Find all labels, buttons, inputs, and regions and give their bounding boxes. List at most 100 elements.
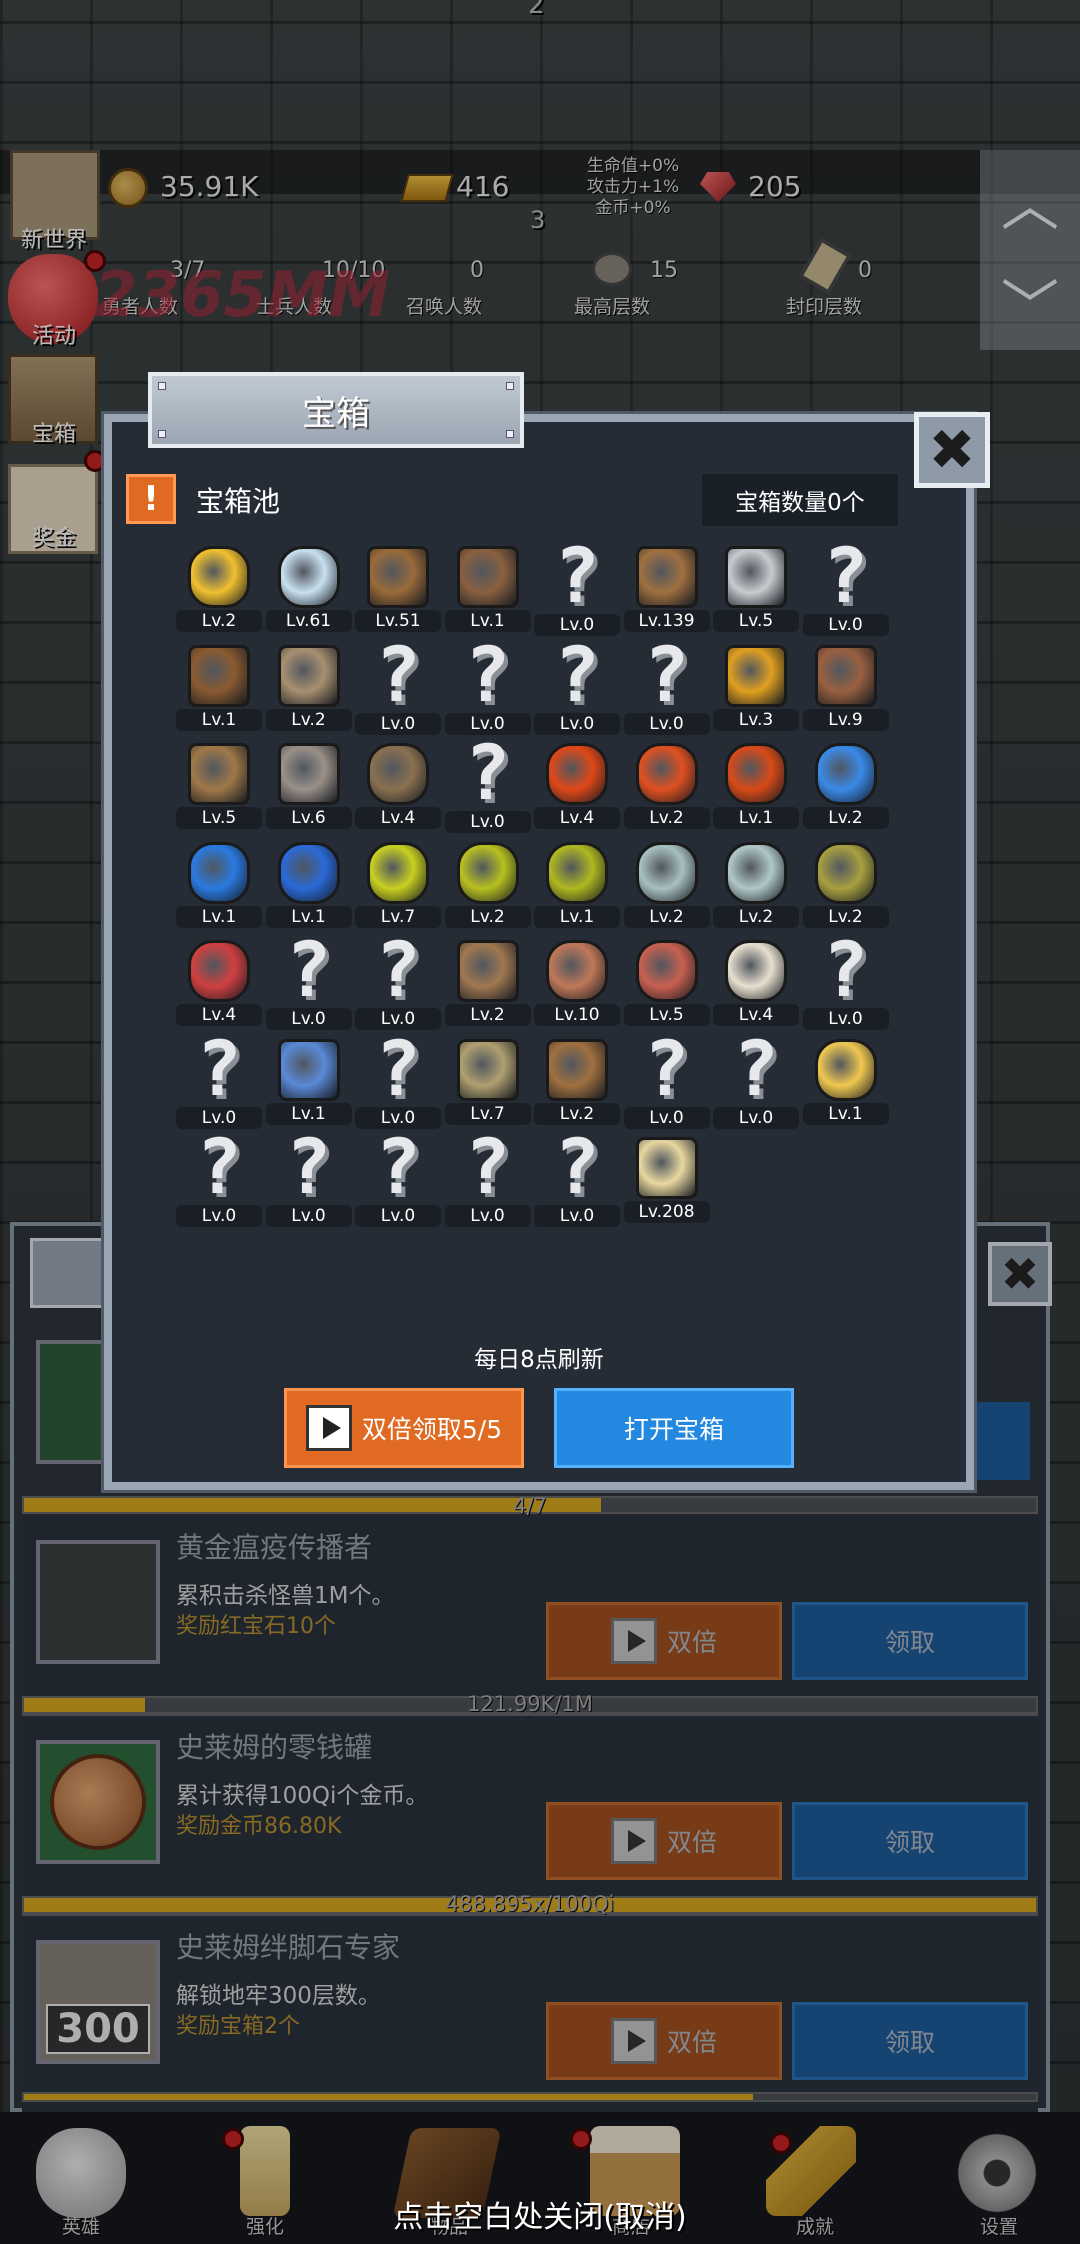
close-hint[interactable]: 点击空白处关闭(取消) bbox=[0, 2192, 1080, 2236]
item-level: Lv.0 bbox=[444, 811, 531, 833]
diamond-icon bbox=[277, 546, 340, 608]
chest-pool-item[interactable]: ? Lv.0 bbox=[623, 1030, 710, 1133]
item-level: Lv.0 bbox=[623, 712, 710, 735]
open-chest-button[interactable]: 打开宝箱 bbox=[554, 1388, 794, 1468]
chest-pool-item[interactable]: Lv.2 bbox=[623, 836, 710, 936]
chest-pool-item[interactable]: Lv.4 bbox=[355, 737, 441, 837]
chest-pool-item[interactable]: Lv.4 bbox=[176, 934, 262, 1034]
item-level: Lv.1 bbox=[713, 807, 799, 829]
item-level: Lv.4 bbox=[713, 1004, 799, 1026]
chest-pool-item[interactable]: ? Lv.0 bbox=[265, 1129, 352, 1231]
item-level: Lv.51 bbox=[355, 610, 441, 632]
torch-icon bbox=[725, 644, 787, 707]
chest-pool-item[interactable]: Lv.4 bbox=[713, 934, 799, 1034]
chest-pool-item[interactable]: ? Lv.0 bbox=[176, 1030, 262, 1133]
yellow-potion-small-icon bbox=[367, 841, 429, 904]
chest-pool-item[interactable]: ? Lv.0 bbox=[802, 538, 889, 640]
chest-pool-item[interactable]: ? Lv.0 bbox=[176, 1129, 262, 1231]
rivet bbox=[158, 382, 166, 390]
chest-pool-item[interactable]: Lv.2 bbox=[713, 836, 799, 936]
chest-pool-item[interactable]: ? Lv.0 bbox=[355, 636, 441, 739]
chest-pool-item[interactable]: ? Lv.0 bbox=[444, 636, 531, 739]
double-claim-button[interactable]: 双倍领取5/5 bbox=[284, 1388, 524, 1468]
chest-pool-item[interactable]: ? Lv.0 bbox=[444, 1122, 531, 1231]
chest-pool-item[interactable]: Lv.1 bbox=[713, 737, 799, 837]
chest-pool-item[interactable]: Lv.5 bbox=[623, 934, 710, 1034]
chest-pool-item[interactable]: Lv.1 bbox=[265, 1033, 352, 1133]
chest-pool-item[interactable]: Lv.2 bbox=[802, 836, 889, 936]
chest-pool-item[interactable]: ? Lv.0 bbox=[623, 636, 710, 739]
item-level: Lv.10 bbox=[534, 1004, 620, 1026]
chest-pool-item[interactable]: Lv.2 bbox=[444, 836, 531, 936]
chest-pool-item[interactable]: Lv.1 bbox=[534, 836, 620, 936]
item-level: Lv.139 bbox=[623, 610, 710, 632]
chest-pool-item[interactable]: Lv.1 bbox=[176, 639, 262, 739]
blue-potion-large-icon bbox=[277, 841, 340, 904]
chest-pool-item[interactable]: Lv.61 bbox=[265, 540, 352, 640]
item-level: Lv.0 bbox=[355, 712, 441, 735]
chest-pool-item[interactable]: Lv.5 bbox=[176, 737, 262, 837]
chest-pool-item[interactable]: ? Lv.0 bbox=[444, 735, 531, 837]
chest-pool-item[interactable]: Lv.4 bbox=[534, 737, 620, 837]
leather-hood-icon bbox=[814, 644, 877, 707]
chest-pool-item[interactable]: Lv.2 bbox=[265, 639, 352, 739]
item-level: Lv.6 bbox=[265, 807, 352, 829]
chest-pool-grid: Lv.2 Lv.61 Lv.51 Lv.1? Lv.0 Lv.139 Lv.5? Lv.0 Lv… bbox=[176, 538, 904, 1240]
rivet bbox=[506, 382, 514, 390]
item-level: Lv.2 bbox=[713, 905, 799, 928]
chest-pool-item[interactable]: Lv.51 bbox=[355, 540, 441, 640]
chest-pool-item[interactable]: Lv.139 bbox=[623, 540, 710, 640]
chest-pool-item[interactable]: Lv.6 bbox=[265, 737, 352, 837]
chest-pool-item[interactable]: ? Lv.0 bbox=[534, 1129, 620, 1231]
chest-pool-item[interactable]: ? Lv.0 bbox=[265, 932, 352, 1034]
chest-pool-item[interactable]: ? Lv.0 bbox=[355, 925, 441, 1034]
chest-pool-item[interactable]: Lv.1 bbox=[444, 540, 531, 640]
chest-pool-item[interactable]: Lv.1 bbox=[176, 836, 262, 936]
chest-pool-item[interactable]: Lv.1 bbox=[802, 1033, 889, 1133]
chest-pool-item[interactable]: Lv.208 bbox=[623, 1131, 710, 1231]
chest-pool-item[interactable]: Lv.2 bbox=[444, 934, 531, 1034]
chest-pool-item[interactable]: Lv.2 bbox=[176, 540, 262, 640]
unknown-icon: ? bbox=[375, 1023, 421, 1113]
gray-vial-2-icon bbox=[725, 841, 787, 904]
item-level: Lv.2 bbox=[176, 610, 262, 632]
chest-pool-item[interactable]: ? Lv.0 bbox=[534, 538, 620, 640]
chest-pool-item[interactable]: Lv.7 bbox=[355, 836, 441, 936]
hammer-icon bbox=[367, 743, 429, 805]
leather-vest-icon bbox=[456, 546, 519, 608]
chest-pool-item[interactable]: ? Lv.0 bbox=[534, 629, 620, 739]
yellow-potion-medium-icon bbox=[456, 841, 519, 904]
item-level: Lv.0 bbox=[534, 712, 620, 735]
item-level: Lv.2 bbox=[802, 807, 889, 829]
chest-pool-item[interactable]: Lv.3 bbox=[713, 639, 799, 739]
play-video-icon bbox=[305, 1405, 352, 1451]
item-level: Lv.9 bbox=[802, 708, 889, 731]
rivet bbox=[158, 430, 166, 438]
chest-pool-item[interactable]: Lv.1 bbox=[265, 836, 352, 936]
item-level: Lv.0 bbox=[176, 1205, 262, 1227]
item-level: Lv.4 bbox=[176, 1004, 262, 1026]
dagger-icon bbox=[188, 743, 250, 805]
magic-wand-icon bbox=[277, 1038, 340, 1101]
chest-pool-item[interactable]: ? Lv.0 bbox=[802, 932, 889, 1034]
unknown-icon: ? bbox=[554, 629, 600, 719]
chest-pool-item[interactable]: ? Lv.0 bbox=[713, 1030, 799, 1133]
item-level: Lv.3 bbox=[713, 708, 799, 731]
chest-pool-item[interactable]: Lv.2 bbox=[802, 737, 889, 837]
cheese-icon bbox=[814, 1038, 877, 1101]
dialog-close-button[interactable]: ✖ bbox=[914, 412, 990, 488]
chest-pool-item[interactable]: Lv.5 bbox=[713, 540, 799, 640]
chest-pool-item[interactable]: Lv.9 bbox=[802, 639, 889, 739]
chest-pool-item[interactable]: ? Lv.0 bbox=[355, 1129, 441, 1231]
unknown-icon: ? bbox=[375, 925, 421, 1014]
chest-pool-item[interactable]: ? Lv.0 bbox=[355, 1023, 441, 1133]
chest-pool-item[interactable]: Lv.7 bbox=[444, 1033, 531, 1133]
item-level: Lv.208 bbox=[623, 1201, 710, 1223]
yellow-potion-large-icon bbox=[546, 841, 608, 904]
item-level: Lv.1 bbox=[176, 905, 262, 928]
chest-pool-item[interactable]: Lv.2 bbox=[623, 737, 710, 837]
chest-pool-item[interactable]: Lv.2 bbox=[534, 1033, 620, 1133]
item-level: Lv.4 bbox=[355, 807, 441, 829]
unknown-icon: ? bbox=[464, 1122, 511, 1211]
chest-pool-item[interactable]: Lv.10 bbox=[534, 934, 620, 1034]
